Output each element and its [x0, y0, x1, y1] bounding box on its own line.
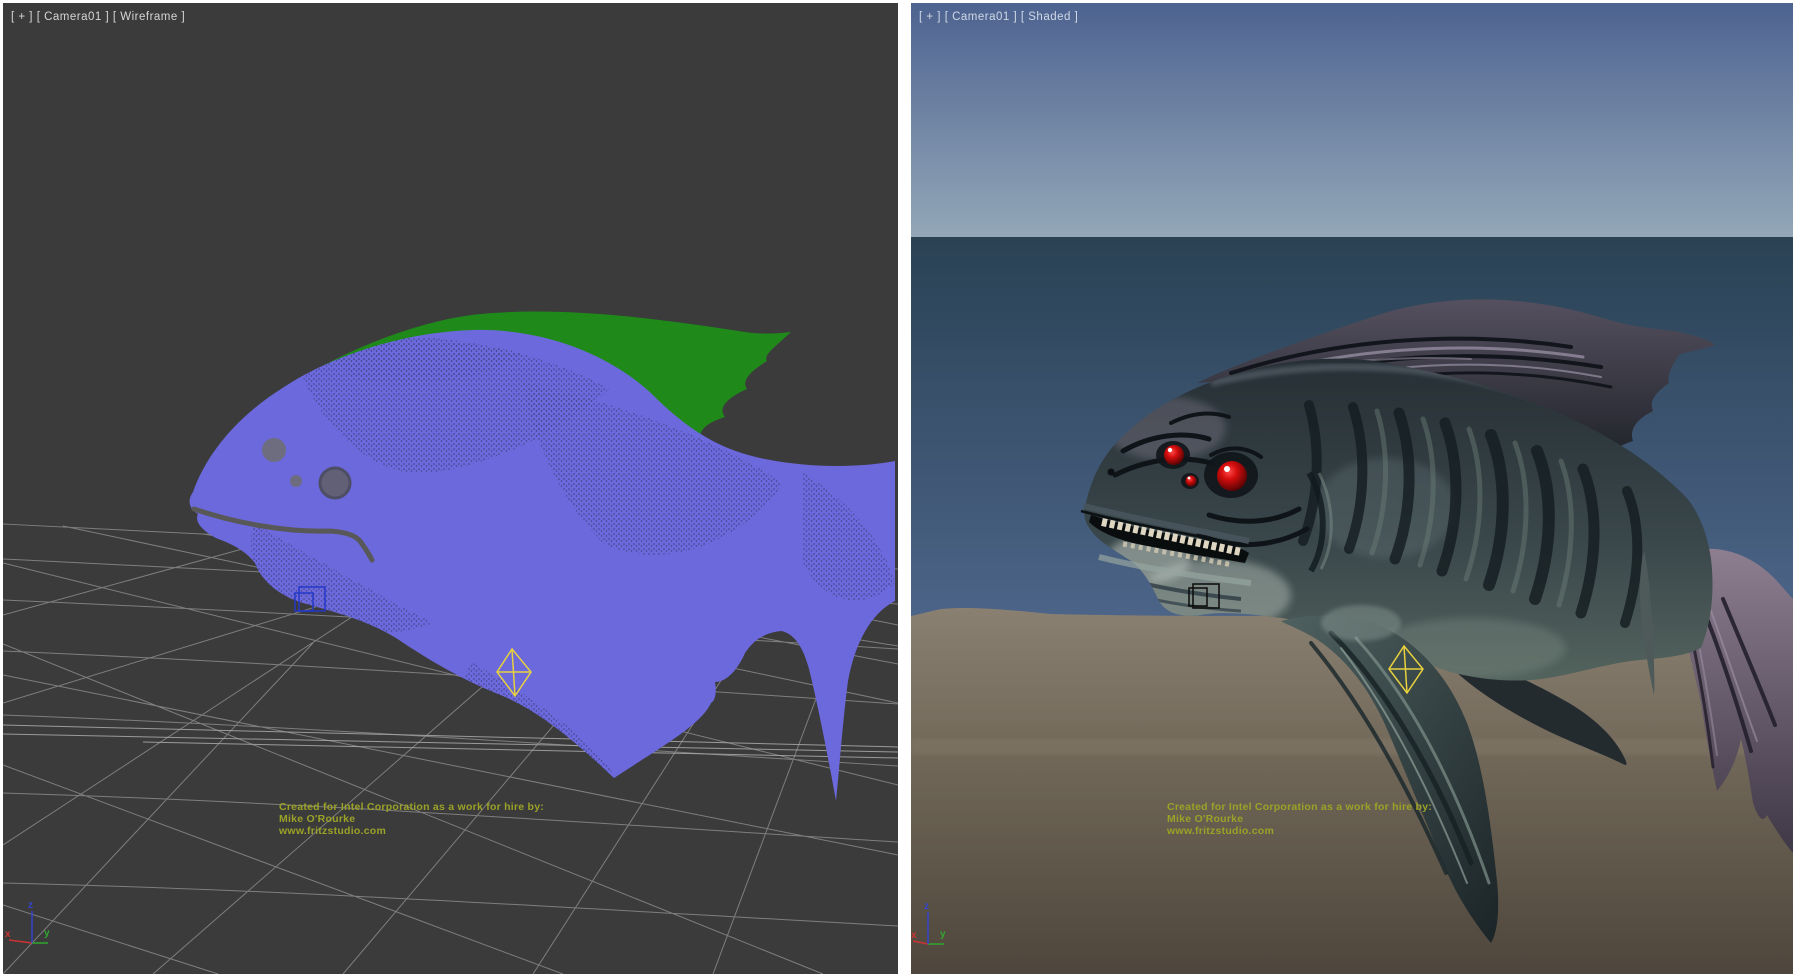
watermark-line1: Created for Intel Corporation as a work … [1167, 801, 1432, 813]
sky [911, 3, 1793, 237]
axis-y-label: y [940, 929, 946, 940]
watermark-line2: Mike O'Rourke [1167, 813, 1243, 825]
eye-small-highlight [1188, 477, 1191, 480]
watermark-line1: Created for Intel Corporation as a work … [279, 801, 544, 813]
eye-spot-2 [290, 475, 302, 487]
max-viewport-split: [ + ] [ Camera01 ] [ Wireframe ] [0, 0, 1800, 978]
watermark-line2: Mike O'Rourke [279, 813, 355, 825]
nostril [1108, 469, 1115, 476]
shaded-scene: Created for Intel Corporation as a work … [911, 3, 1793, 974]
eye-large [1217, 461, 1247, 491]
axis-y-label: y [44, 928, 50, 939]
eye-small [1186, 476, 1197, 487]
ground-light-band [911, 739, 1793, 755]
eye-medium-highlight [1168, 448, 1172, 452]
axis-x-label: x [5, 929, 11, 940]
eye-spot-3 [320, 468, 350, 498]
viewport-label-wireframe[interactable]: [ + ] [ Camera01 ] [ Wireframe ] [11, 11, 185, 23]
wireframe-scene: Created for Intel Corporation as a work … [3, 3, 898, 974]
viewport-camera01-shaded[interactable]: [ + ] [ Camera01 ] [ Shaded ] [911, 3, 1793, 974]
eye-large-highlight [1224, 466, 1230, 472]
watermark-line3: www.fritzstudio.com [1166, 825, 1274, 837]
viewport-camera01-wireframe[interactable]: [ + ] [ Camera01 ] [ Wireframe ] [3, 3, 898, 974]
axis-z-label: z [28, 900, 33, 911]
watermark-line3: www.fritzstudio.com [278, 825, 386, 837]
eye-spot-1 [262, 438, 286, 462]
axis-z-label: z [924, 901, 929, 912]
viewport-label-shaded[interactable]: [ + ] [ Camera01 ] [ Shaded ] [919, 11, 1078, 23]
eye-medium [1164, 445, 1184, 465]
axis-x-label: x [911, 930, 917, 941]
